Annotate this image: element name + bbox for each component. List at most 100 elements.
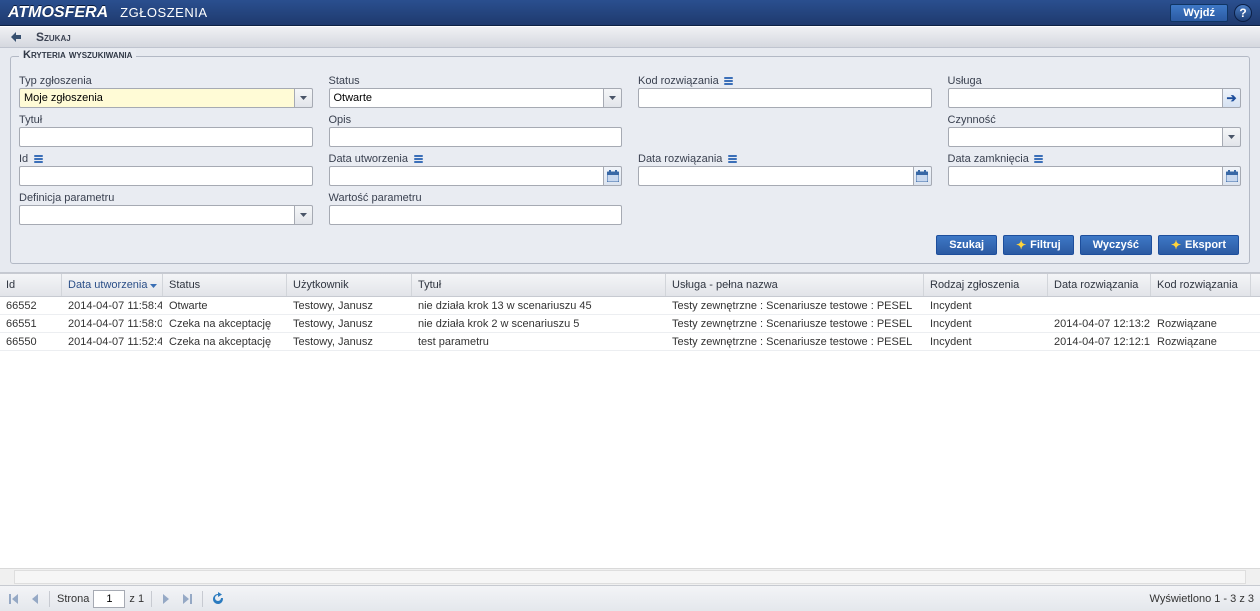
dropdown-trigger-icon[interactable] [295,88,313,108]
list-icon[interactable] [723,76,735,86]
szukaj-button[interactable]: Szukaj [936,235,997,255]
page-prev-button[interactable] [26,591,42,607]
page-number-input[interactable] [93,590,125,608]
list-icon[interactable] [1033,154,1045,164]
cell-status: Czeka na akceptację [163,316,287,332]
status-select[interactable] [329,88,605,108]
id-label: Id [19,151,313,166]
cell-user: Testowy, Janusz [287,316,412,332]
tytul-input[interactable] [19,127,313,147]
usluga-input[interactable] [948,88,1224,108]
display-info: Wyświetlono 1 - 3 z 3 [1150,593,1254,605]
export-star-icon: ✦ [1171,240,1181,250]
cell-rescode [1151,304,1251,308]
paging-toolbar: Strona z 1 Wyświetlono 1 - 3 z 3 [0,585,1260,611]
cell-resdate [1048,304,1151,308]
definicja-parametru-label: Definicja parametru [19,190,313,205]
calendar-icon[interactable] [914,166,932,186]
filter-star-icon: ✦ [1016,240,1026,250]
id-input[interactable] [19,166,313,186]
kod-rozwiazania-label: Kod rozwiązania [638,73,932,88]
tytul-label: Tytuł [19,112,313,127]
action-buttons: Szukaj ✦Filtruj Wyczyść ✦Eksport [19,229,1241,255]
opis-input[interactable] [329,127,623,147]
cell-status: Otwarte [163,298,287,314]
cell-title: nie działa krok 13 w scenariuszu 45 [412,298,666,314]
col-id[interactable]: Id [0,274,62,296]
status-label: Status [329,73,623,88]
cell-rescode: Rozwiązane [1151,316,1251,332]
sort-desc-icon [150,279,157,291]
typ-zgloszenia-label: Typ zgłoszenia [19,73,313,88]
czynnosc-label: Czynność [948,112,1242,127]
brand-logo: ATMOSFERA [8,4,108,22]
table-row[interactable]: 665502014-04-07 11:52:46Czeka na akcepta… [0,333,1260,351]
wartosc-parametru-label: Wartość parametru [329,190,623,205]
calendar-icon[interactable] [604,166,622,186]
dropdown-trigger-icon[interactable] [295,205,313,225]
col-uzytkownik[interactable]: Użytkownik [287,274,412,296]
cell-kind: Incydent [924,298,1048,314]
list-icon[interactable] [726,154,738,164]
criteria-fieldset: Kryteria wyszukiwania Typ zgłoszenia Sta… [10,56,1250,264]
cell-date: 2014-04-07 11:52:46 [62,334,163,350]
filtruj-button[interactable]: ✦Filtruj [1003,235,1074,255]
dropdown-trigger-icon[interactable] [1223,127,1241,147]
data-rozwiazania-label: Data rozwiązania [638,151,932,166]
kod-rozwiazania-input[interactable] [638,88,932,108]
cell-id: 66552 [0,298,62,314]
czynnosc-select[interactable] [948,127,1224,147]
typ-zgloszenia-select[interactable] [19,88,295,108]
cell-resdate: 2014-04-07 12:13:24 [1048,316,1151,332]
opis-label: Opis [329,112,623,127]
refresh-button[interactable] [210,591,226,607]
col-rodzaj[interactable]: Rodzaj zgłoszenia [924,274,1048,296]
data-zamkniecia-input[interactable] [948,166,1224,186]
data-utworzenia-label: Data utworzenia [329,151,623,166]
criteria-legend: Kryteria wyszukiwania [19,49,136,61]
module-title: ZGŁOSZENIA [120,5,207,20]
definicja-parametru-select[interactable] [19,205,295,225]
help-icon[interactable]: ? [1234,4,1252,22]
page-first-button[interactable] [6,591,22,607]
cell-title: nie działa krok 2 w scenariuszu 5 [412,316,666,332]
cell-status: Czeka na akceptację [163,334,287,350]
cell-date: 2014-04-07 11:58:07 [62,316,163,332]
data-rozwiazania-input[interactable] [638,166,914,186]
data-zamkniecia-label: Data zamknięcia [948,151,1242,166]
criteria-container: Kryteria wyszukiwania Typ zgłoszenia Sta… [0,48,1260,273]
cell-user: Testowy, Janusz [287,334,412,350]
page-of-label: z 1 [129,593,144,605]
dropdown-trigger-icon[interactable] [604,88,622,108]
col-usluga[interactable]: Usługa - pełna nazwa [666,274,924,296]
cell-title: test parametru [412,334,666,350]
col-data-utworzenia[interactable]: Data utworzenia [62,274,163,296]
cell-date: 2014-04-07 11:58:49 [62,298,163,314]
lookup-trigger-icon[interactable]: ➔ [1223,88,1241,108]
calendar-icon[interactable] [1223,166,1241,186]
list-icon[interactable] [32,154,44,164]
table-row[interactable]: 665512014-04-07 11:58:07Czeka na akcepta… [0,315,1260,333]
table-row[interactable]: 665522014-04-07 11:58:49OtwarteTestowy, … [0,297,1260,315]
wyczysc-button[interactable]: Wyczyść [1080,235,1152,255]
cell-resdate: 2014-04-07 12:12:15 [1048,334,1151,350]
page-last-button[interactable] [179,591,195,607]
logout-button[interactable]: Wyjdź [1170,4,1228,22]
horizontal-scrollbar[interactable] [0,568,1260,585]
list-icon[interactable] [412,154,424,164]
cell-service: Testy zewnętrzne : Scenariusze testowe :… [666,316,924,332]
usluga-label: Usługa [948,73,1242,88]
panel-title: Szukaj [36,30,71,44]
grid-header: Id Data utworzenia Status Użytkownik Tyt… [0,274,1260,297]
page-next-button[interactable] [159,591,175,607]
col-status[interactable]: Status [163,274,287,296]
search-panel-header: Szukaj [0,26,1260,48]
col-tytul[interactable]: Tytuł [412,274,666,296]
col-kod-rozwiazania[interactable]: Kod rozwiązania [1151,274,1251,296]
collapse-toggle-icon[interactable] [10,31,22,43]
eksport-button[interactable]: ✦Eksport [1158,235,1239,255]
data-utworzenia-input[interactable] [329,166,605,186]
wartosc-parametru-input[interactable] [329,205,623,225]
results-grid: Id Data utworzenia Status Użytkownik Tyt… [0,273,1260,568]
col-data-rozwiazania[interactable]: Data rozwiązania [1048,274,1151,296]
